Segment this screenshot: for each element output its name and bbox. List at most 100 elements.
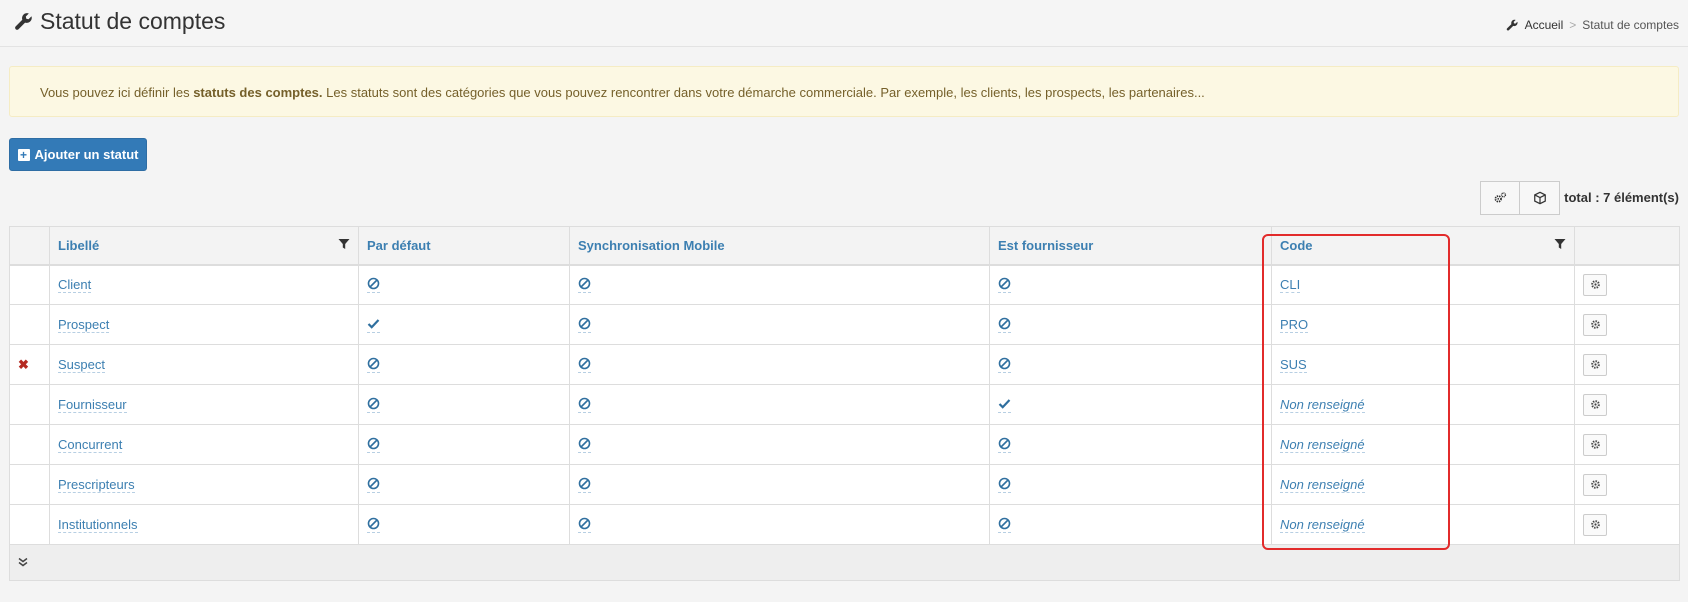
top-bar: Statut de comptes Accueil > Statut de co… — [0, 0, 1688, 47]
mobile-cell — [569, 504, 990, 545]
status-label-link[interactable]: Fournisseur — [58, 397, 127, 413]
expand-cell[interactable] — [9, 544, 1680, 581]
code-cell: Non renseigné — [1271, 504, 1575, 545]
check-icon[interactable] — [367, 317, 380, 333]
ban-icon[interactable] — [578, 437, 591, 453]
col-header-code[interactable]: Code — [1271, 226, 1575, 266]
status-label-link[interactable]: Institutionnels — [58, 517, 138, 533]
row-settings-button[interactable] — [1583, 353, 1607, 376]
ban-icon[interactable] — [998, 437, 1011, 453]
wrench-icon — [1506, 19, 1518, 31]
ban-icon[interactable] — [578, 517, 591, 533]
breadcrumb-home-link[interactable]: Accueil — [1525, 18, 1564, 32]
row-settings-button[interactable] — [1583, 513, 1607, 536]
col-header-mobile[interactable]: Synchronisation Mobile — [569, 226, 990, 266]
actions-cell — [1574, 504, 1680, 545]
status-label-link[interactable]: Concurrent — [58, 437, 123, 453]
double-chevron-down-icon[interactable] — [18, 557, 28, 567]
delete-cell — [9, 464, 50, 505]
col-header-default[interactable]: Par défaut — [358, 226, 570, 266]
status-label-link[interactable]: Client — [58, 277, 92, 294]
code-value[interactable]: Non renseigné — [1280, 517, 1365, 533]
ban-icon[interactable] — [578, 277, 591, 294]
label-cell: Suspect — [49, 344, 359, 385]
ban-icon[interactable] — [367, 517, 380, 533]
status-label-link[interactable]: Suspect — [58, 357, 105, 373]
code-value[interactable]: SUS — [1280, 357, 1307, 373]
table-row: Concurrent Non renseigné — [9, 424, 1680, 465]
default-cell — [358, 344, 570, 385]
status-label-link[interactable]: Prospect — [58, 317, 110, 333]
supplier-cell — [989, 264, 1272, 305]
code-value[interactable]: Non renseigné — [1280, 437, 1365, 453]
ban-icon[interactable] — [367, 357, 380, 373]
code-cell: Non renseigné — [1271, 424, 1575, 465]
ban-icon[interactable] — [998, 517, 1011, 533]
row-settings-button[interactable] — [1583, 393, 1607, 416]
table-footer — [9, 544, 1680, 581]
ban-icon[interactable] — [578, 477, 591, 493]
code-value[interactable]: PRO — [1280, 317, 1309, 333]
status-label-link[interactable]: Prescripteurs — [58, 477, 135, 493]
filter-icon[interactable] — [1554, 238, 1566, 250]
actions-cell — [1574, 464, 1680, 505]
code-value[interactable]: CLI — [1280, 277, 1301, 294]
columns-settings-button[interactable] — [1480, 181, 1520, 215]
ban-icon[interactable] — [998, 477, 1011, 493]
table-header-row: Libellé Par défaut Synchronisation Mobil… — [9, 226, 1680, 266]
delete-cell — [9, 504, 50, 545]
mobile-cell — [569, 344, 990, 385]
add-status-button[interactable]: + Ajouter un statut — [9, 138, 147, 171]
delete-icon[interactable]: ✖ — [18, 357, 29, 372]
actions-cell — [1574, 344, 1680, 385]
delete-cell — [9, 304, 50, 345]
export-button[interactable] — [1520, 181, 1560, 215]
gear-icon — [1590, 320, 1600, 329]
delete-cell — [9, 264, 50, 305]
row-settings-button[interactable] — [1583, 273, 1607, 296]
actions-cell — [1574, 424, 1680, 465]
check-icon[interactable] — [998, 397, 1011, 413]
ban-icon[interactable] — [367, 477, 380, 493]
table-row: ✖ Suspect SUS — [9, 344, 1680, 385]
ban-icon[interactable] — [998, 317, 1011, 333]
code-cell: PRO — [1271, 304, 1575, 345]
label-cell: Prospect — [49, 304, 359, 345]
filter-icon[interactable] — [338, 238, 350, 250]
mobile-cell — [569, 384, 990, 425]
code-cell: Non renseigné — [1271, 384, 1575, 425]
code-cell: CLI — [1271, 264, 1575, 305]
default-cell — [358, 304, 570, 345]
label-cell: Institutionnels — [49, 504, 359, 545]
col-header-label[interactable]: Libellé — [49, 226, 359, 266]
table-row: Fournisseur Non renseigné — [9, 384, 1680, 425]
table-row: Prescripteurs Non renseigné — [9, 464, 1680, 505]
ban-icon[interactable] — [367, 397, 380, 413]
gear-icon — [1590, 280, 1600, 290]
info-alert: Vous pouvez ici définir les statuts des … — [9, 66, 1679, 117]
row-settings-button[interactable] — [1583, 313, 1607, 336]
actions-cell — [1574, 304, 1680, 345]
code-value[interactable]: Non renseigné — [1280, 397, 1365, 413]
row-settings-button[interactable] — [1583, 473, 1607, 496]
code-value[interactable]: Non renseigné — [1280, 477, 1365, 493]
row-settings-button[interactable] — [1583, 433, 1607, 456]
ban-icon[interactable] — [367, 437, 380, 453]
alert-bold: statuts des comptes. — [193, 85, 323, 100]
default-cell — [358, 264, 570, 305]
ban-icon[interactable] — [367, 277, 380, 294]
gear-icon — [1590, 520, 1600, 529]
ban-icon[interactable] — [578, 357, 591, 373]
ban-icon[interactable] — [998, 357, 1011, 373]
ban-icon[interactable] — [578, 397, 591, 413]
col-header-delete — [9, 226, 50, 266]
breadcrumb-current: Statut de comptes — [1582, 18, 1679, 32]
col-header-supplier[interactable]: Est fournisseur — [989, 226, 1272, 266]
alert-suffix: Les statuts sont des catégories que vous… — [322, 85, 1205, 100]
ban-icon[interactable] — [578, 317, 591, 333]
page-title-text: Statut de comptes — [40, 8, 226, 34]
cube-icon — [1533, 191, 1546, 205]
delete-cell[interactable]: ✖ — [9, 344, 50, 385]
ban-icon[interactable] — [998, 277, 1011, 294]
mobile-cell — [569, 264, 990, 305]
